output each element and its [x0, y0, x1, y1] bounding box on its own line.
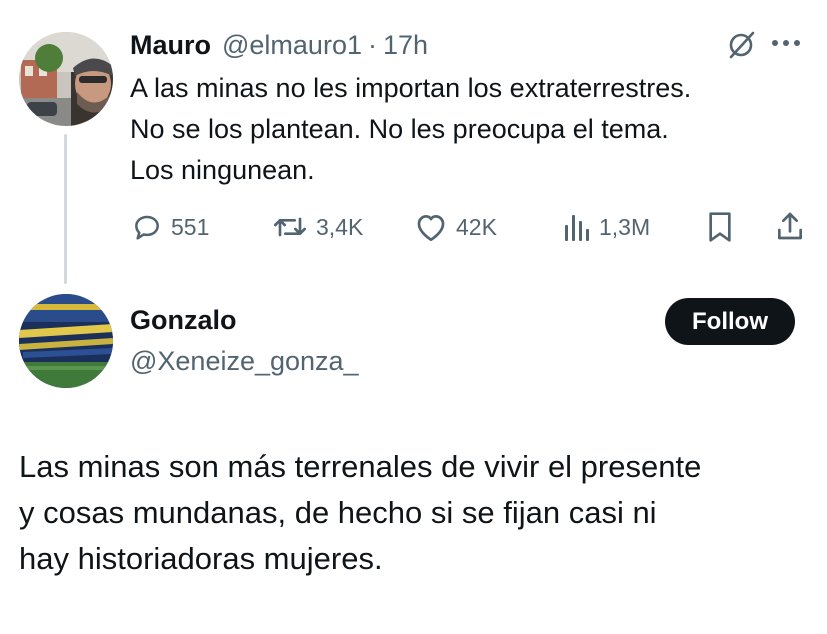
reply-author-handle[interactable]: @Xeneize_gonza_ [130, 346, 359, 377]
tweet-line: hay historiadoras mujeres. [19, 541, 383, 576]
follow-button[interactable]: Follow [665, 298, 795, 345]
tweet-line: No se los plantean. No les preocupa el t… [130, 114, 669, 144]
original-tweet-text: A las minas no les importan los extrater… [130, 68, 810, 191]
reply-action[interactable]: 551 [131, 211, 209, 243]
bookmark-icon[interactable] [706, 211, 734, 248]
tweet-time[interactable]: 17h [383, 30, 428, 61]
reply-icon [131, 211, 163, 243]
grok-icon[interactable] [726, 30, 756, 65]
reply-count: 551 [171, 213, 210, 240]
tweet-line: Los ningunean. [130, 155, 315, 185]
original-tweet-header: Mauro @elmauro1 · 17h [130, 28, 428, 62]
like-action[interactable]: 42K [414, 211, 497, 243]
repost-icon [272, 211, 308, 243]
author-name[interactable]: Mauro [130, 30, 211, 61]
views-icon [563, 211, 591, 243]
repost-count: 3,4K [316, 213, 364, 240]
like-count: 42K [456, 213, 497, 240]
avatar-gonzalo[interactable] [19, 294, 113, 388]
reply-author-name[interactable]: Gonzalo [130, 305, 237, 336]
views-count: 1,3M [599, 213, 651, 240]
share-icon[interactable] [774, 210, 806, 247]
tweet-line: y cosas mundanas, de hecho si se fijan c… [19, 495, 657, 530]
like-icon [414, 211, 448, 243]
tweet-line: A las minas no les importan los extrater… [130, 73, 692, 103]
views-action[interactable]: 1,3M [563, 211, 650, 243]
reply-tweet-text: Las minas son más terrenales de vivir el… [19, 444, 819, 582]
separator: · [367, 29, 377, 60]
repost-action[interactable]: 3,4K [272, 211, 363, 243]
tweet-line: Las minas son más terrenales de vivir el… [19, 449, 702, 484]
avatar-mauro[interactable] [19, 32, 113, 126]
author-handle[interactable]: @elmauro1 [222, 30, 362, 61]
thread-line [64, 134, 67, 284]
more-icon[interactable] [770, 36, 804, 55]
